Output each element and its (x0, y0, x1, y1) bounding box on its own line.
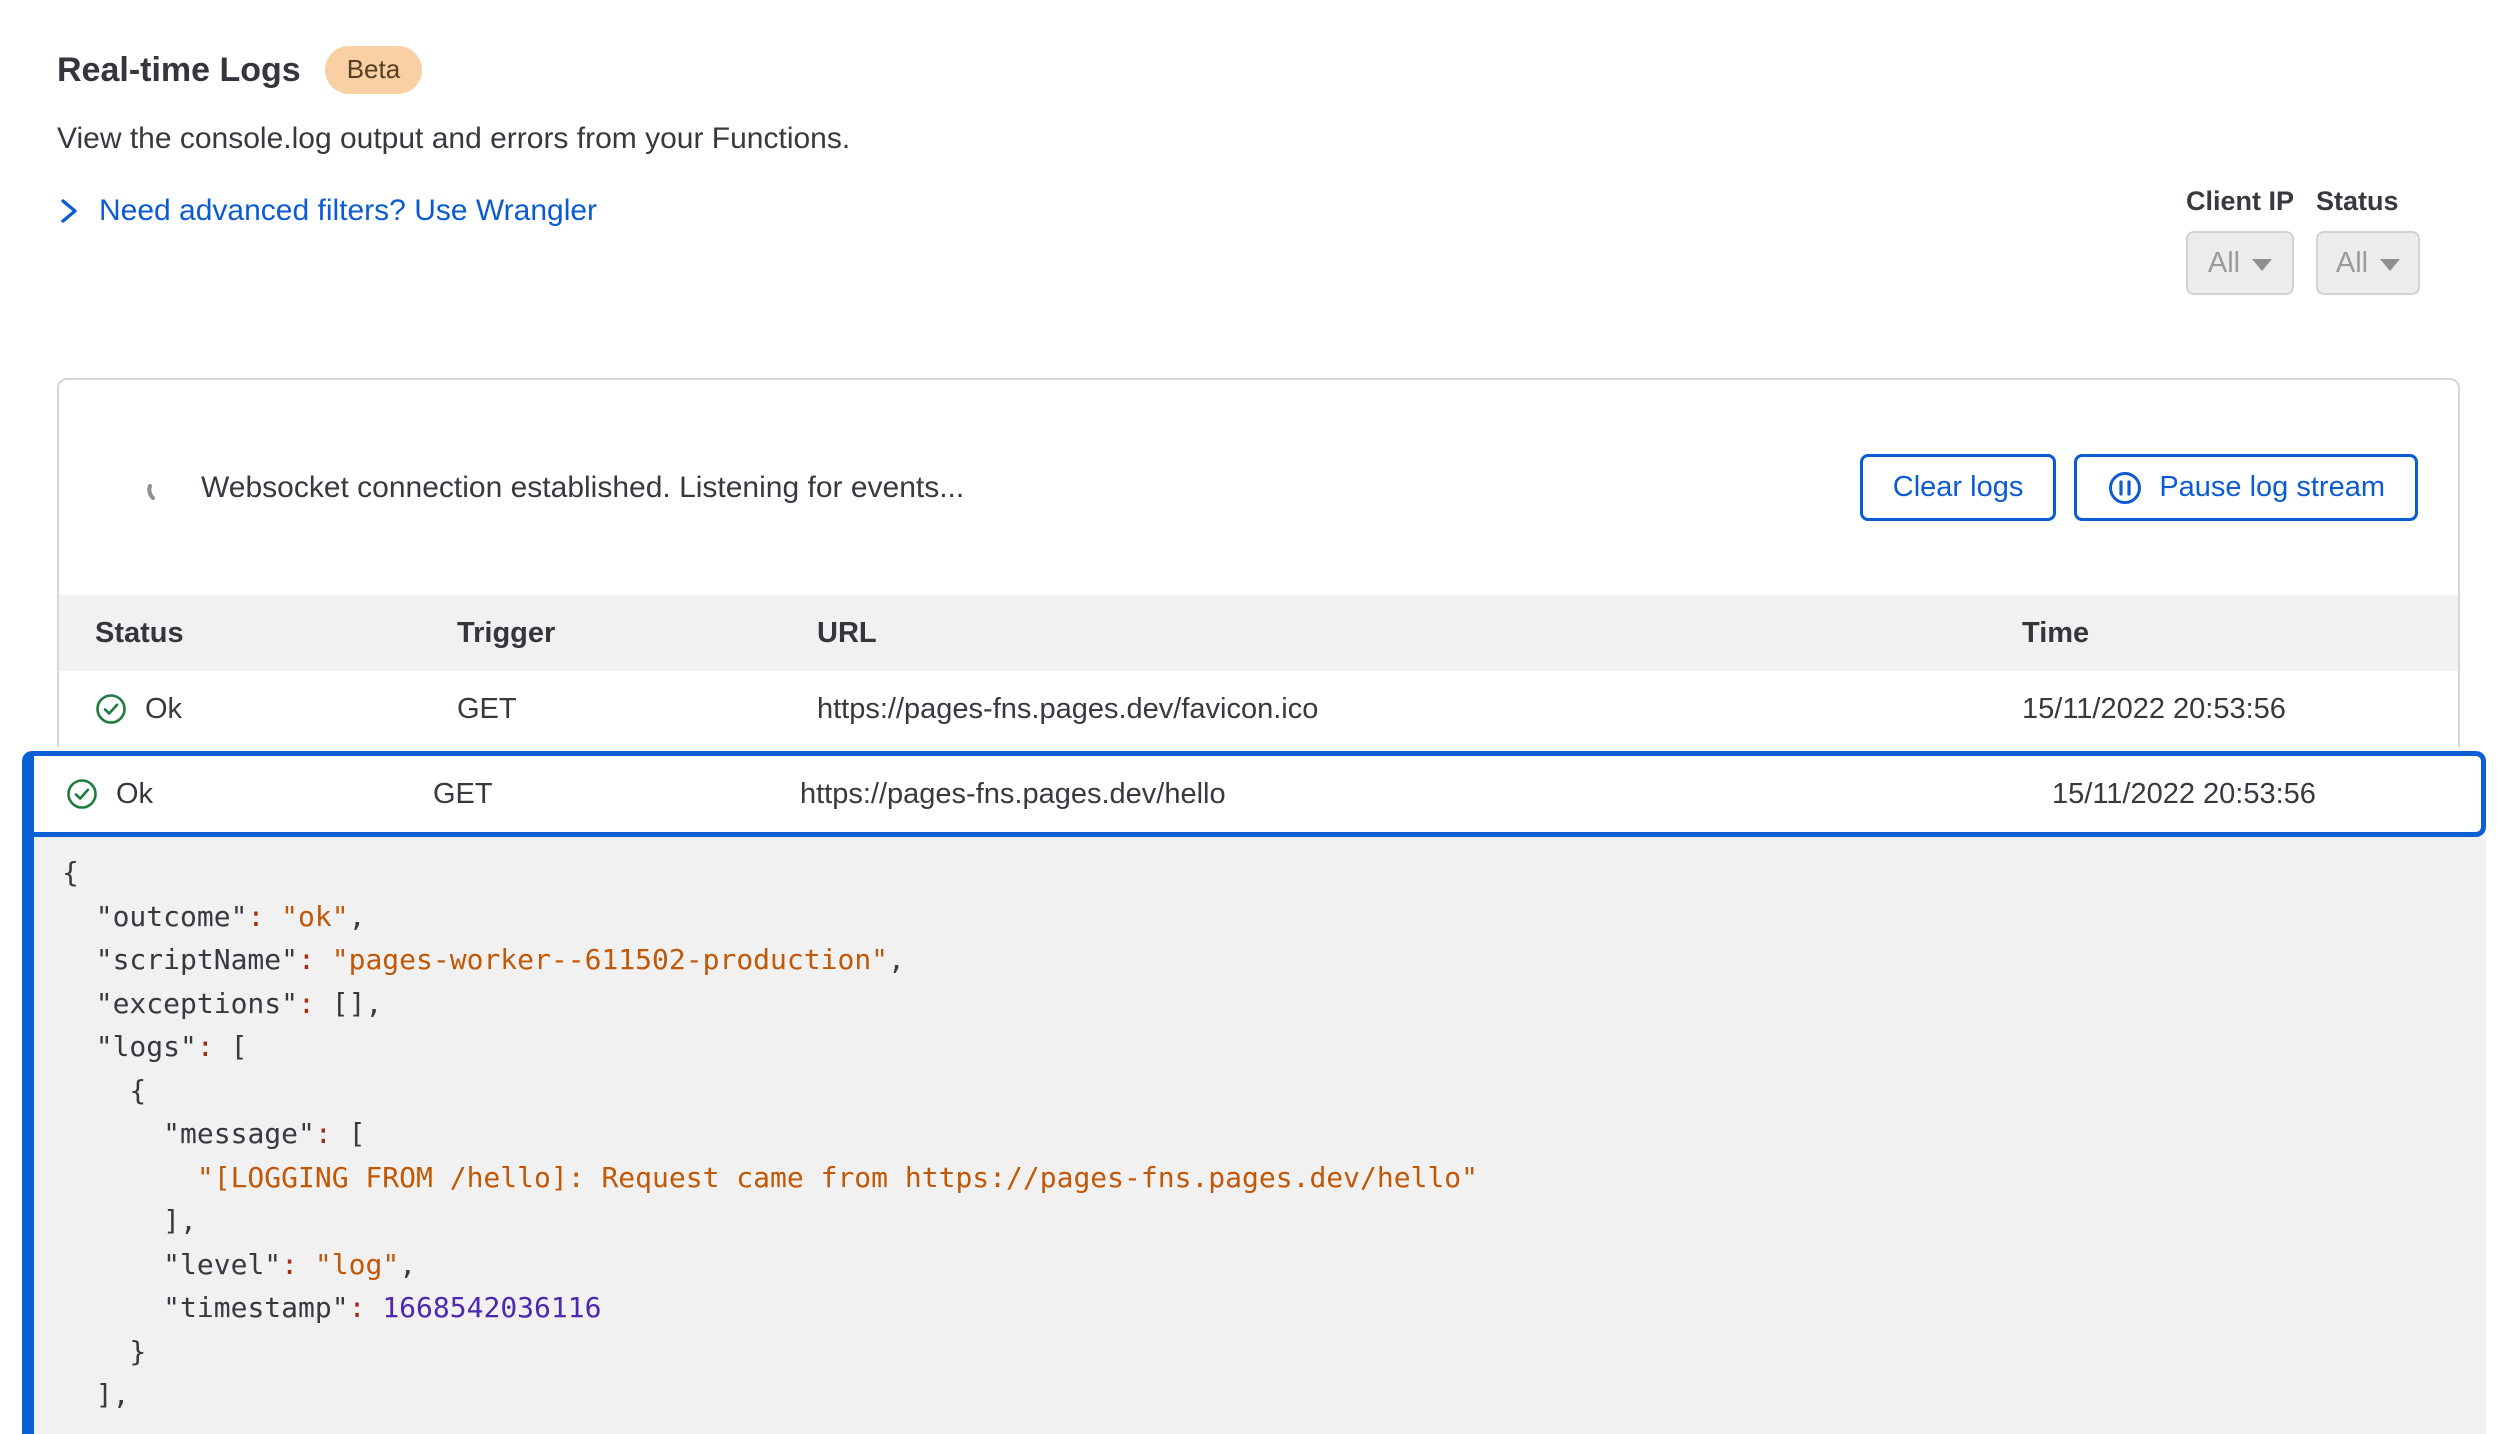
code-line: "exceptions": [], (62, 982, 2466, 1026)
url-cell: https://pages-fns.pages.dev/hello (800, 778, 2052, 811)
logs-toolbar: Websocket connection established. Listen… (59, 380, 2458, 595)
expanded-log-entry: Ok GET https://pages-fns.pages.dev/hello… (22, 751, 2486, 1434)
chevron-right-icon (57, 197, 81, 225)
code-line: { (62, 1069, 2466, 1113)
chevron-down-icon (2252, 259, 2272, 271)
code-line: "outcome": "ok", (62, 895, 2466, 939)
realtime-logs-page: Real-time Logs Beta View the console.log… (0, 0, 2508, 1434)
status-cell: Ok (95, 693, 457, 726)
filter-status-value: All (2336, 247, 2368, 280)
logs-panel: Websocket connection established. Listen… (57, 378, 2460, 747)
column-header-trigger: Trigger (457, 617, 817, 650)
trigger-cell: GET (457, 693, 817, 726)
logs-table-header: Status Trigger URL Time (59, 595, 2458, 671)
wrangler-link-label: Need advanced filters? Use Wrangler (99, 194, 597, 228)
filter-client-ip-label: Client IP (2186, 186, 2294, 217)
table-row[interactable]: Ok GET https://pages-fns.pages.dev/favic… (59, 671, 2458, 747)
page-header: Real-time Logs Beta View the console.log… (0, 0, 2508, 228)
code-line: ], (62, 1199, 2466, 1243)
status-cell: Ok (66, 778, 433, 811)
column-header-status: Status (95, 617, 457, 650)
filter-status-dropdown[interactable]: All (2316, 231, 2420, 295)
clear-logs-label: Clear logs (1893, 471, 2024, 504)
filters: Client IP All Status All (2186, 186, 2420, 295)
code-line: "[LOGGING FROM /hello]: Request came fro… (62, 1156, 2466, 1200)
pause-log-stream-button[interactable]: Pause log stream (2074, 454, 2418, 521)
status-label: Ok (145, 693, 182, 726)
page-title: Real-time Logs (57, 51, 301, 90)
filter-client-ip-value: All (2208, 247, 2240, 280)
websocket-status-message: Websocket connection established. Listen… (201, 471, 964, 505)
spinner-icon (145, 473, 175, 503)
clear-logs-button[interactable]: Clear logs (1860, 454, 2057, 521)
pause-log-stream-label: Pause log stream (2159, 471, 2385, 504)
chevron-down-icon (2380, 259, 2400, 271)
time-cell: 15/11/2022 20:53:56 (2052, 778, 2449, 811)
code-line: } (62, 1330, 2466, 1374)
status-ok-icon (95, 693, 127, 725)
status-ok-icon (66, 778, 98, 810)
trigger-cell: GET (433, 778, 800, 811)
code-line: ], (62, 1373, 2466, 1417)
code-line: "scriptName": "pages-worker--611502-prod… (62, 938, 2466, 982)
code-line: "logs": [ (62, 1025, 2466, 1069)
filter-status-label: Status (2316, 186, 2420, 217)
table-row-selected[interactable]: Ok GET https://pages-fns.pages.dev/hello… (34, 751, 2486, 837)
status-label: Ok (116, 778, 153, 811)
code-line: "message": [ (62, 1112, 2466, 1156)
page-subtitle: View the console.log output and errors f… (57, 122, 2460, 156)
wrangler-link[interactable]: Need advanced filters? Use Wrangler (57, 194, 2460, 228)
pause-icon (2107, 470, 2143, 506)
time-cell: 15/11/2022 20:53:56 (2022, 693, 2422, 726)
column-header-time: Time (2022, 617, 2422, 650)
code-line: "timestamp": 1668542036116 (62, 1286, 2466, 1330)
beta-badge: Beta (325, 46, 423, 94)
filter-client-ip-dropdown[interactable]: All (2186, 231, 2294, 295)
code-line: "level": "log", (62, 1243, 2466, 1287)
json-viewer: { "outcome": "ok", "scriptName": "pages-… (34, 837, 2486, 1434)
url-cell: https://pages-fns.pages.dev/favicon.ico (817, 693, 2022, 726)
code-line: { (62, 851, 2466, 895)
column-header-url: URL (817, 617, 2022, 650)
